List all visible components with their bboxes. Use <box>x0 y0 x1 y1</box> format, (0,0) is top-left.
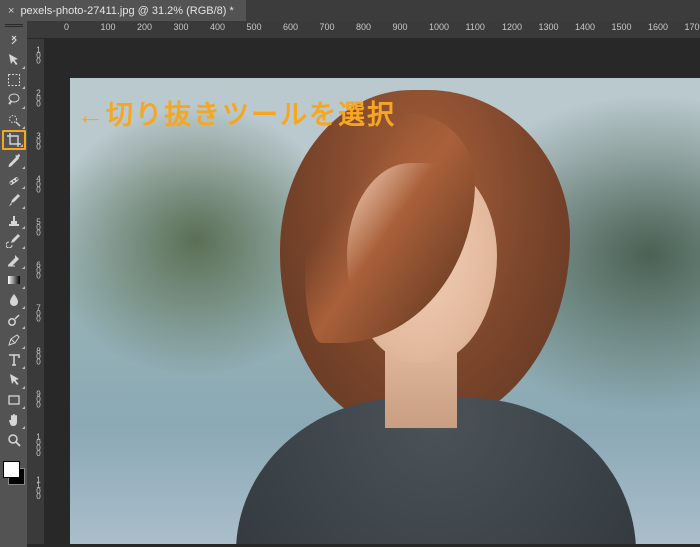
foreground-color-swatch[interactable] <box>3 461 20 478</box>
document-tab-bar: × pexels-photo-27411.jpg @ 31.2% (RGB/8)… <box>0 0 700 21</box>
ruler-mark: 200 <box>27 89 42 98</box>
expand-panel-icon[interactable] <box>2 30 26 50</box>
path-selection-tool[interactable] <box>2 370 26 390</box>
history-brush-tool[interactable] <box>2 230 26 250</box>
ruler-mark: 700 <box>27 304 42 313</box>
eyedropper-tool[interactable] <box>2 150 26 170</box>
type-tool[interactable] <box>2 350 26 370</box>
ruler-mark: 200 <box>137 22 152 32</box>
ruler-mark: 400 <box>27 175 42 184</box>
color-swatches[interactable] <box>2 460 26 486</box>
marquee-tool[interactable] <box>2 70 26 90</box>
ruler-mark: 1400 <box>575 22 595 32</box>
annotation-label: ←切り抜きツールを選択 <box>77 93 396 132</box>
ruler-mark: 1100 <box>27 476 42 485</box>
shape-tool[interactable] <box>2 390 26 410</box>
brush-tool[interactable] <box>2 190 26 210</box>
ruler-mark: 100 <box>27 46 42 55</box>
quick-selection-tool[interactable] <box>2 110 26 130</box>
panel-grip-icon[interactable] <box>5 24 23 28</box>
ruler-mark: 1000 <box>429 22 449 32</box>
ruler-mark: 600 <box>283 22 298 32</box>
ruler-mark: 1200 <box>502 22 522 32</box>
blur-tool[interactable] <box>2 290 26 310</box>
document-title: pexels-photo-27411.jpg @ 31.2% (RGB/8) * <box>20 5 233 17</box>
ruler-mark: 1600 <box>648 22 668 32</box>
ruler-origin[interactable] <box>27 21 44 39</box>
ruler-mark: 500 <box>247 22 262 32</box>
ruler-mark: 900 <box>27 390 42 399</box>
ruler-mark: 800 <box>356 22 371 32</box>
tools-panel <box>0 21 27 547</box>
clone-stamp-tool[interactable] <box>2 210 26 230</box>
ruler-mark: 1700 <box>685 22 700 32</box>
canvas-image[interactable] <box>70 78 700 544</box>
document-tab[interactable]: × pexels-photo-27411.jpg @ 31.2% (RGB/8)… <box>0 0 246 21</box>
ruler-mark: 600 <box>27 261 42 270</box>
hand-tool[interactable] <box>2 410 26 430</box>
ruler-mark: 800 <box>27 347 42 356</box>
ruler-mark: 400 <box>210 22 225 32</box>
zoom-tool[interactable] <box>2 430 26 450</box>
ruler-mark: 1500 <box>612 22 632 32</box>
ruler-mark: 700 <box>320 22 335 32</box>
crop-tool[interactable] <box>2 130 26 150</box>
ruler-horizontal[interactable]: 0 100 200 300 400 500 600 700 800 900 1000 1100 1200… <box>44 21 700 38</box>
eraser-tool[interactable] <box>2 250 26 270</box>
ruler-mark: 900 <box>393 22 408 32</box>
pen-tool[interactable] <box>2 330 26 350</box>
ruler-mark: 0 <box>64 22 69 32</box>
ruler-mark: 500 <box>27 218 42 227</box>
move-tool[interactable] <box>2 50 26 70</box>
ruler-mark: 1100 <box>466 22 485 32</box>
lasso-tool[interactable] <box>2 90 26 110</box>
ruler-mark: 1000 <box>27 433 42 442</box>
ruler-mark: 300 <box>174 22 189 32</box>
ruler-mark: 1300 <box>539 22 559 32</box>
healing-brush-tool[interactable] <box>2 170 26 190</box>
gradient-tool[interactable] <box>2 270 26 290</box>
dodge-tool[interactable] <box>2 310 26 330</box>
close-icon[interactable]: × <box>8 5 14 17</box>
ruler-mark: 100 <box>101 22 116 32</box>
ruler-mark: 300 <box>27 132 42 141</box>
ruler-vertical[interactable]: 100 200 300 400 500 600 700 800 900 1000 1100 <box>27 21 44 544</box>
